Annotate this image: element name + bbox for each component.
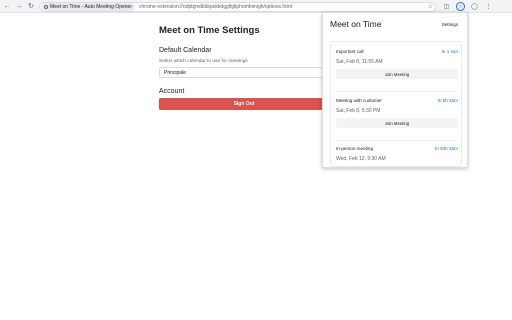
calendar-select-value: Principale [164,69,186,76]
meeting-item: Meeting with customer In 5h 35m Sat, Feb… [336,98,458,128]
sign-out-button[interactable]: Sign Out [159,98,329,110]
address-bar[interactable]: Meet on Time - Auto Meeting Opener chrom… [39,1,436,12]
meeting-countdown: In 93h 35m [435,146,458,151]
page-title: Meet on Time Settings [159,25,260,36]
profile-icon[interactable]: ◯ [470,2,479,11]
meeting-countdown: In 1 min [441,49,458,54]
popup-title: Meet on Time [330,19,382,29]
extension-popup: Meet on Time Settings Important call In … [322,12,468,168]
popup-settings-button[interactable]: Settings [442,22,458,27]
account-heading: Account [159,88,185,95]
meeting-name: Important call [336,49,364,54]
settings-page: Meet on Time Settings Default Calendar S… [159,25,329,110]
meeting-item: Important call In 1 min Sat, Feb 8, 11:5… [336,49,458,79]
calendar-help-text: Select which calendar to use for meeting… [159,59,248,64]
meeting-countdown: In 5h 35m [437,98,458,103]
extension-page-icon [44,4,48,9]
reload-icon[interactable]: ↻ [26,1,36,11]
meeting-date: Sat, Feb 8, 11:55 AM [336,59,383,65]
meeting-item: In-person meeting In 93h 35m Wed, Feb 12… [336,146,458,162]
back-icon[interactable]: ← [2,1,12,11]
menu-icon[interactable]: ⋮ [484,2,493,11]
url-text[interactable]: chrome-extension://odpbjmdkbkpokkdgglfgl… [139,4,292,10]
tab-title: Meet on Time - Auto Meeting Opener [50,3,132,10]
bookmark-star-icon[interactable]: ☆ [426,2,435,11]
divider [336,91,458,92]
forward-icon[interactable]: → [14,1,24,11]
divider [336,140,458,141]
join-meeting-button[interactable]: Join Meeting [336,118,458,128]
site-info-chip[interactable]: Meet on Time - Auto Meeting Opener [41,2,135,11]
join-meeting-button[interactable]: Join Meeting [336,69,458,79]
meeting-date: Wed, Feb 12, 9:30 AM [336,156,386,162]
meetings-list: Important call In 1 min Sat, Feb 8, 11:5… [330,41,462,167]
calendar-heading: Default Calendar [159,47,212,54]
calendar-select[interactable]: Principale [159,67,329,78]
extension-icon[interactable]: ○ [456,2,465,11]
meeting-date: Sat, Feb 8, 5:30 PM [336,108,381,114]
side-panel-icon[interactable]: ◫ [442,2,451,11]
